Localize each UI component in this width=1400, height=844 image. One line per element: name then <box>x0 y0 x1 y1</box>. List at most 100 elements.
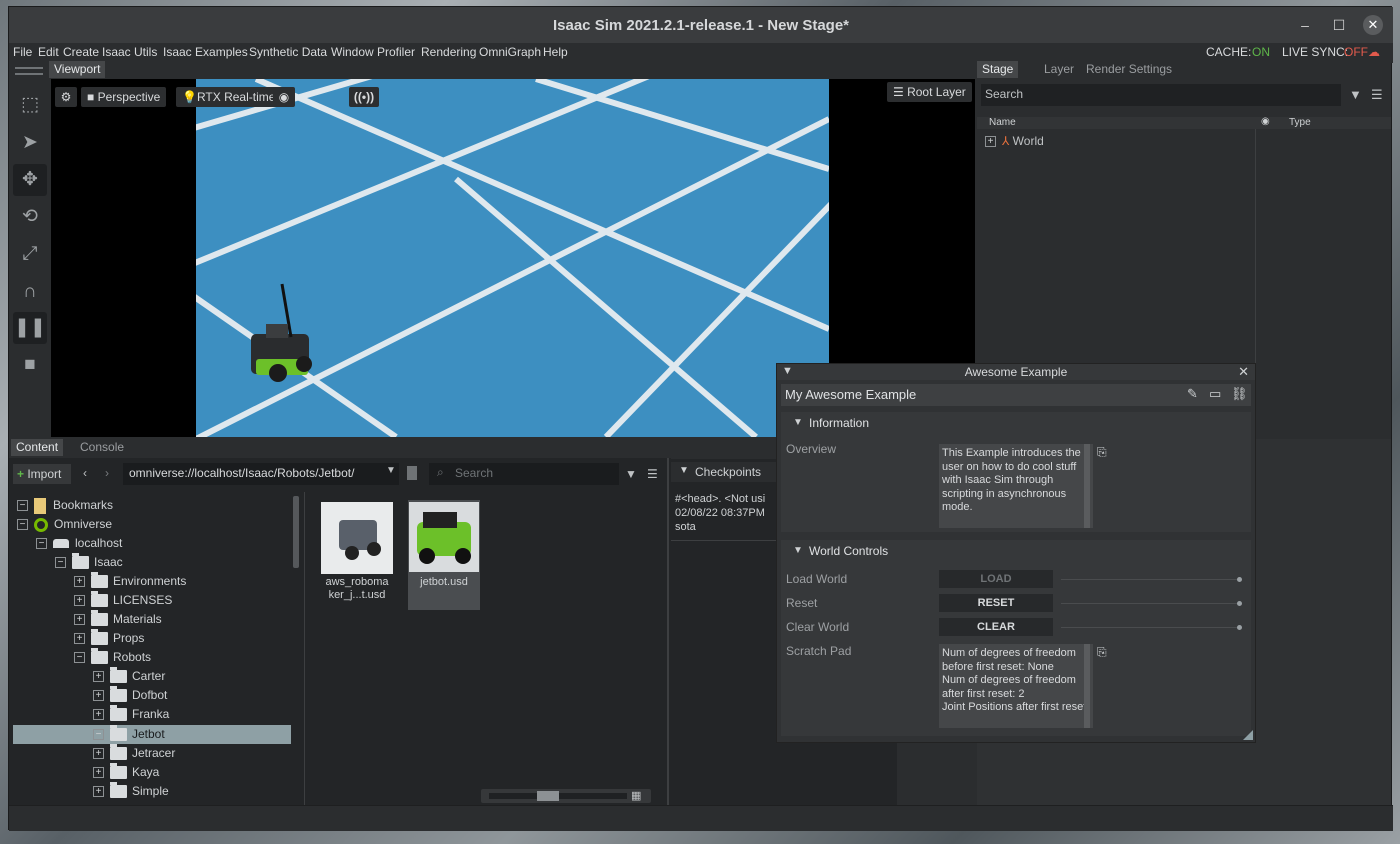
pause-icon[interactable]: ❚❚ <box>13 312 47 344</box>
clear-button[interactable]: CLEAR <box>939 618 1053 636</box>
path-input[interactable]: omniverse://localhost/Isaac/Robots/Jetbo… <box>123 463 399 485</box>
file-label[interactable]: jetbot.usd <box>408 576 480 589</box>
resize-grip-icon[interactable] <box>1243 730 1253 740</box>
menu-profiler[interactable]: Profiler <box>377 45 415 59</box>
zoom-slider-handle[interactable] <box>537 791 559 801</box>
expand-icon[interactable]: + <box>74 576 85 588</box>
tree-dofbot[interactable]: + Dofbot <box>93 686 167 705</box>
content-search-input[interactable]: Search <box>429 463 619 485</box>
maximize-icon[interactable]: ☐ <box>1329 15 1349 35</box>
bookmark-icon[interactable] <box>407 466 417 480</box>
tab-render-settings[interactable]: Render Settings <box>1081 61 1177 78</box>
select-mode-icon[interactable]: ⬚ <box>13 89 47 121</box>
collapse-icon[interactable]: − <box>17 519 28 531</box>
tab-console[interactable]: Console <box>75 439 129 456</box>
file-thumbnail[interactable] <box>321 502 393 574</box>
expand-icon[interactable]: + <box>93 671 104 683</box>
menu-omnigraph[interactable]: OmniGraph <box>479 45 541 59</box>
collapse-triangle-icon[interactable]: ▼ <box>793 545 803 556</box>
cache-status[interactable]: ON <box>1252 45 1270 59</box>
tree-kaya[interactable]: + Kaya <box>93 763 159 782</box>
tree-franka[interactable]: + Franka <box>93 705 169 724</box>
rotate-tool-icon[interactable]: ⟲ <box>13 201 47 233</box>
edit-icon[interactable]: ✎ <box>1187 386 1198 402</box>
menu-edit[interactable]: Edit <box>38 45 59 59</box>
tree-jetbot[interactable]: − Jetbot <box>93 725 165 744</box>
path-dropdown-icon[interactable]: ▼ <box>386 465 396 476</box>
filter-icon[interactable]: ▼ <box>1349 87 1362 102</box>
collapse-icon[interactable]: − <box>74 652 85 664</box>
tree-isaac[interactable]: − Isaac <box>55 553 123 572</box>
import-button[interactable]: + Import <box>13 464 71 484</box>
menu-window[interactable]: Window <box>331 45 374 59</box>
move-tool-icon[interactable]: ✥ <box>13 164 47 196</box>
scratch-pad-scrollbar[interactable] <box>1084 644 1090 728</box>
collapse-icon[interactable]: − <box>55 557 66 569</box>
collapse-triangle-icon[interactable]: ▼ <box>679 465 689 476</box>
scratch-pad-text[interactable]: Num of degrees of freedom before first r… <box>939 644 1093 728</box>
tab-stage[interactable]: Stage <box>977 61 1019 78</box>
menu-rendering[interactable]: Rendering <box>421 45 476 59</box>
tree-materials[interactable]: + Materials <box>74 610 162 629</box>
content-options-menu-icon[interactable]: ☰ <box>647 467 658 481</box>
menu-help[interactable]: Help <box>543 45 568 59</box>
minimize-icon[interactable]: – <box>1295 15 1315 35</box>
tree-simple[interactable]: + Simple <box>93 782 169 801</box>
menu-file[interactable]: File <box>13 45 32 59</box>
perspective-camera-button[interactable]: ■ Perspective <box>81 87 167 107</box>
copy-icon[interactable]: ⎘ <box>1097 645 1107 660</box>
menu-synthetic-data[interactable]: Synthetic Data <box>249 45 327 59</box>
tree-licenses[interactable]: + LICENSES <box>74 591 172 610</box>
expand-icon[interactable]: + <box>74 633 85 645</box>
close-window-icon[interactable]: ✕ <box>1238 364 1249 380</box>
expand-icon[interactable]: + <box>985 136 996 148</box>
tree-environments[interactable]: + Environments <box>74 572 186 591</box>
tree-bookmarks[interactable]: − Bookmarks <box>17 496 113 515</box>
overview-scrollbar[interactable] <box>1084 444 1090 528</box>
renderer-button[interactable]: 💡RTX Real-time <box>176 87 282 107</box>
zoom-slider[interactable]: ▦ <box>481 789 651 803</box>
link-icon[interactable]: ⛓ <box>1231 386 1248 402</box>
checkpoint-entry[interactable]: #<head>. <Not usi <box>675 493 781 505</box>
stage-search-input[interactable]: Search <box>981 84 1341 106</box>
tree-omniverse[interactable]: − Omniverse <box>17 515 112 534</box>
collapse-icon[interactable]: − <box>17 500 28 512</box>
menu-isaac-utils[interactable]: Isaac Utils <box>102 45 157 59</box>
expand-icon[interactable]: + <box>93 709 104 721</box>
root-layer-button[interactable]: ☰ Root Layer <box>887 82 972 102</box>
stage-item-world[interactable]: + ⅄ World <box>985 132 1044 151</box>
tree-robots[interactable]: − Robots <box>74 648 151 667</box>
expand-icon[interactable]: + <box>93 690 104 702</box>
menu-create[interactable]: Create <box>63 45 99 59</box>
forward-arrow-icon[interactable]: › <box>105 466 109 480</box>
close-icon[interactable]: ✕ <box>1363 15 1383 35</box>
tab-content[interactable]: Content <box>11 439 64 456</box>
live-sync-status[interactable]: OFF <box>1344 45 1368 59</box>
collapse-triangle-icon[interactable]: ▼ <box>793 417 803 428</box>
visibility-eye-icon[interactable]: ◉ <box>273 87 295 107</box>
tree-props[interactable]: + Props <box>74 629 144 648</box>
copy-icon[interactable]: ⎘ <box>1097 445 1107 460</box>
expand-icon[interactable]: + <box>93 748 104 760</box>
tree-scrollbar[interactable] <box>293 496 299 568</box>
select-arrow-icon[interactable]: ➤ <box>13 127 47 159</box>
tree-jetracer[interactable]: + Jetracer <box>93 744 175 763</box>
grid-view-icon[interactable]: ▦ <box>631 789 641 802</box>
scale-tool-icon[interactable]: ⤢ <box>13 238 47 270</box>
content-filter-icon[interactable]: ▼ <box>625 467 637 481</box>
file-thumbnail[interactable] <box>409 502 479 572</box>
tree-carter[interactable]: + Carter <box>93 667 165 686</box>
load-button[interactable]: LOAD <box>939 570 1053 588</box>
collapse-icon[interactable]: − <box>36 538 47 550</box>
tab-viewport[interactable]: Viewport <box>49 61 106 78</box>
snap-magnet-icon[interactable]: ∩ <box>13 276 47 308</box>
expand-icon[interactable]: + <box>74 614 85 626</box>
live-broadcast-icon[interactable]: ((•)) <box>349 87 379 107</box>
stop-icon[interactable]: ■ <box>13 349 47 381</box>
expand-icon[interactable]: + <box>74 595 85 607</box>
panel-grip-icon[interactable] <box>11 63 47 77</box>
menu-isaac-examples[interactable]: Isaac Examples <box>163 45 248 59</box>
stage-options-menu-icon[interactable]: ☰ <box>1371 87 1383 103</box>
collapse-icon[interactable]: − <box>93 729 104 741</box>
expand-icon[interactable]: + <box>93 786 104 798</box>
